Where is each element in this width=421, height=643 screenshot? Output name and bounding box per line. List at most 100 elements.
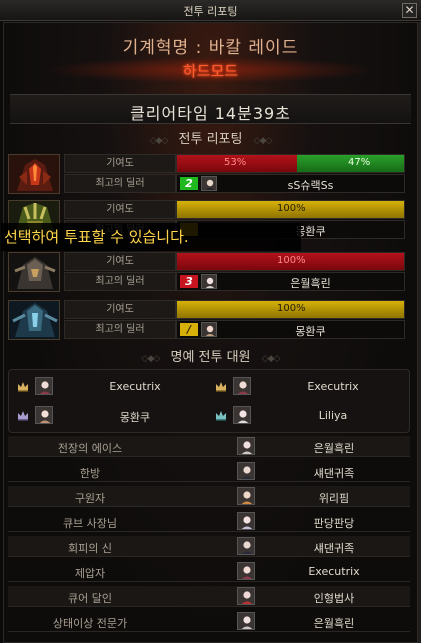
dealer-name: sS슈랙Ss — [287, 179, 334, 192]
top-dealer-label: 최고의 딜러 — [64, 174, 176, 193]
window-title: 전투 리포팅 — [183, 5, 238, 18]
award-winner-name: 위리핌 — [318, 492, 350, 505]
crown-icon — [18, 382, 28, 392]
contribution-label: 기여도 — [64, 154, 176, 173]
contribution-text: 100% — [277, 203, 306, 214]
divider-ornament: ◇◆◇ — [261, 354, 281, 364]
top-dealer-value: 2 sS슈랙Ss — [176, 174, 405, 193]
honor-member[interactable]: 몽환쿠 — [11, 404, 209, 428]
award-title: 큐브 사장님 — [62, 517, 118, 530]
honor-member-name: Executrix — [307, 380, 359, 393]
honor-member-name: 몽환쿠 — [119, 411, 151, 424]
character-avatar — [201, 176, 217, 191]
character-avatar — [237, 537, 255, 555]
award-title: 큐어 달인 — [68, 592, 112, 605]
dealer-rank-badge: / — [180, 323, 198, 336]
character-avatar — [35, 377, 53, 395]
contribution-label: 기여도 — [64, 300, 176, 319]
award-title: 한방 — [79, 467, 101, 480]
award-title: 제압자 — [74, 567, 106, 580]
raid-title: 기계혁명 : 바칼 레이드 — [122, 38, 299, 58]
crown-icon — [18, 411, 28, 421]
window-titlebar: 전투 리포팅 ✕ — [0, 0, 421, 21]
character-avatar — [237, 462, 255, 480]
red-mech-boss-icon — [8, 154, 60, 194]
top-dealer-label: 최고의 딜러 — [64, 272, 176, 291]
contribution-red-text: 53% — [224, 157, 247, 168]
award-winner-name: 판당판당 — [313, 517, 355, 530]
blue-mech-boss-icon — [8, 300, 60, 340]
top-dealer-label: 최고의 딜러 — [64, 320, 176, 339]
award-row[interactable]: 큐브 사장님 판당판당 — [8, 511, 410, 532]
divider-ornament: ◇◆◇ — [253, 136, 273, 146]
award-row[interactable]: 제압자 Executrix — [8, 561, 410, 582]
award-row[interactable]: 회피의 신 섀댄귀족 — [8, 536, 410, 557]
honor-member-name: Liliya — [318, 409, 348, 422]
black-mech-boss-icon — [8, 252, 60, 292]
character-avatar — [201, 274, 217, 289]
contribution-text: 100% — [277, 255, 306, 266]
difficulty-label: 하드모드 — [182, 62, 239, 80]
award-title: 구원자 — [74, 492, 106, 505]
crown-icon — [216, 382, 226, 392]
contribution-text: 100% — [277, 303, 306, 314]
award-title: 전장의 에이스 — [57, 442, 123, 455]
contribution-bar: 100% — [176, 200, 405, 219]
dealer-rank-badge: 3 — [180, 275, 198, 288]
award-row[interactable]: 구원자 위리핌 — [8, 486, 410, 507]
contribution-label: 기여도 — [64, 200, 176, 219]
award-winner-name: 은월흑린 — [313, 442, 355, 455]
clear-time: 클리어타임 14분39초 — [130, 104, 291, 123]
report-panel: 기계혁명 : 바칼 레이드 하드모드 클리어타임 14분39초 ◇◆◇ 전투 리… — [1, 22, 419, 643]
award-row[interactable]: 큐어 달인 인형법사 — [8, 586, 410, 607]
character-avatar — [233, 377, 251, 395]
close-button[interactable]: ✕ — [402, 3, 417, 18]
award-row[interactable]: 한방 섀댄귀족 — [8, 461, 410, 482]
contribution-label: 기여도 — [64, 252, 176, 271]
character-avatar — [233, 406, 251, 424]
honor-member[interactable]: Liliya — [209, 404, 407, 428]
battle-report-title: 전투 리포팅 — [178, 132, 243, 147]
award-winner-name: 인형법사 — [313, 592, 355, 605]
character-avatar — [201, 322, 217, 337]
character-avatar — [237, 437, 255, 455]
honor-member-name: Executrix — [109, 380, 161, 393]
dealer-name: 몽환쿠 — [295, 325, 326, 338]
dealer-rank-badge: 2 — [180, 177, 198, 190]
boss-row[interactable]: 기여도 100% 최고의 딜러 / 몽환쿠 — [8, 300, 406, 340]
divider-ornament: ◇◆◇ — [149, 136, 169, 146]
contribution-bar: 53% 47% — [176, 154, 405, 173]
honor-header: ◇◆◇ 명예 전투 대원 ◇◆◇ — [10, 346, 411, 365]
awards-list: 전장의 에이스 은월흑린 한방 섀댄귀족 구원자 위리핌 큐브 사장님 판당판당… — [4, 436, 419, 643]
award-row[interactable]: 전장의 에이스 은월흑린 — [8, 436, 410, 457]
contribution-bar: 100% — [176, 300, 405, 319]
contribution-green-text: 47% — [348, 157, 371, 168]
crown-icon — [216, 411, 226, 421]
award-winner-name: 섀댄귀족 — [313, 542, 355, 555]
divider-ornament: ◇◆◇ — [141, 354, 161, 364]
boss-row[interactable]: 기여도 100% 최고의 딜러 3 은월흑린 — [8, 252, 406, 292]
character-avatar — [237, 587, 255, 605]
award-title: 상태이상 전문가 — [52, 617, 128, 630]
award-winner-name: 섀댄귀족 — [313, 467, 355, 480]
battle-report-header: ◇◆◇ 전투 리포팅 ◇◆◇ — [10, 128, 411, 147]
dealer-name: 은월흑린 — [290, 277, 331, 290]
honor-title: 명예 전투 대원 — [170, 350, 251, 365]
honor-member[interactable]: Executrix — [11, 375, 209, 399]
vote-toast-message: 선택하여 투표할 수 있습니다. — [1, 223, 301, 251]
honor-members-panel: Executrix Executrix 몽환쿠 Liliya — [8, 369, 410, 433]
honor-member[interactable]: Executrix — [209, 375, 407, 399]
top-dealer-value: / 몽환쿠 — [176, 320, 405, 339]
character-avatar — [237, 562, 255, 580]
award-winner-name: Executrix — [308, 565, 360, 578]
boss-row[interactable]: 기여도 53% 47% 최고의 딜러 2 sS슈랙Ss — [8, 154, 406, 194]
character-avatar — [237, 612, 255, 630]
top-dealer-value: 3 은월흑린 — [176, 272, 405, 291]
award-row[interactable]: 상태이상 전문가 은월흑린 — [8, 611, 410, 632]
award-winner-name: 은월흑린 — [313, 617, 355, 630]
clear-time-band: 클리어타임 14분39초 — [10, 94, 411, 124]
award-title: 회피의 신 — [68, 542, 112, 555]
contribution-bar: 100% — [176, 252, 405, 271]
character-avatar — [237, 487, 255, 505]
character-avatar — [237, 512, 255, 530]
